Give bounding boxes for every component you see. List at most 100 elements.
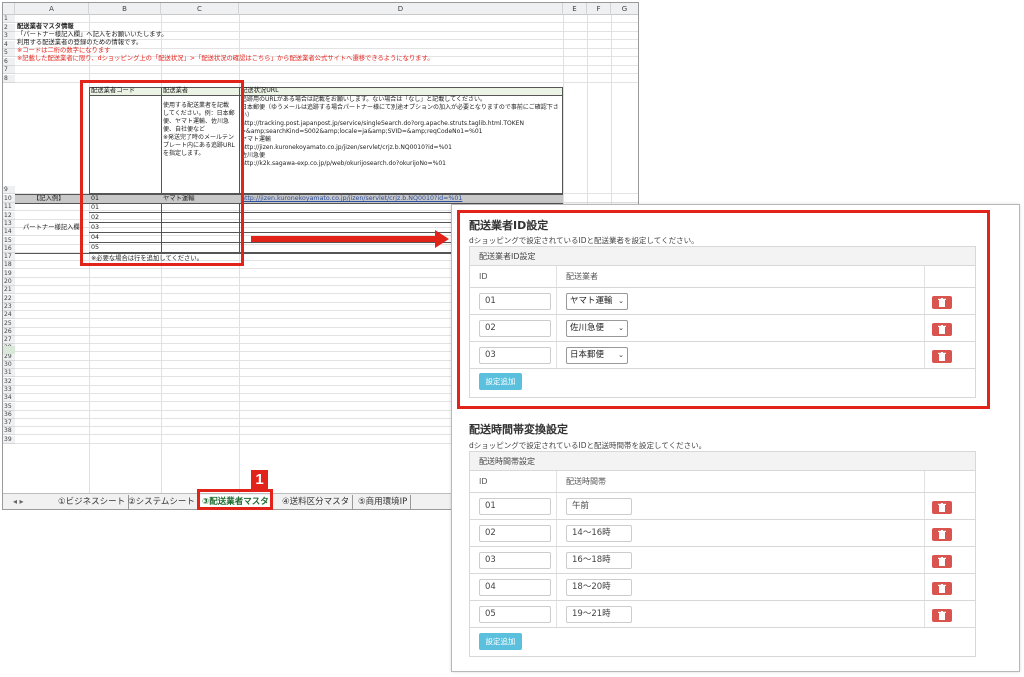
delivery-time-table-header: ID 配送時間帯 bbox=[470, 471, 975, 493]
row-header[interactable]: 8 bbox=[3, 74, 15, 83]
highlight-carrier-id-settings bbox=[457, 210, 990, 409]
grid-row bbox=[15, 66, 638, 74]
row-header[interactable]: 9 bbox=[3, 186, 15, 194]
row-header[interactable]: 31 bbox=[3, 369, 15, 378]
row-header[interactable]: 13 bbox=[3, 219, 15, 228]
trash-icon bbox=[932, 503, 952, 512]
row-header[interactable]: 14 bbox=[3, 228, 15, 237]
row-header[interactable]: 32 bbox=[3, 377, 15, 386]
id-input[interactable]: 01 bbox=[479, 498, 551, 515]
grid-row bbox=[15, 15, 638, 23]
col-time-header: 配送時間帯 bbox=[566, 477, 606, 486]
tab-system-sheet[interactable]: ②システムシート bbox=[125, 495, 199, 509]
setting-row: 05 19〜21時 bbox=[470, 601, 975, 628]
sheet-title: 配送業者マスタ情報 bbox=[17, 23, 74, 30]
row-header[interactable]: 33 bbox=[3, 385, 15, 394]
time-input[interactable]: 18〜20時 bbox=[566, 579, 632, 596]
row-header[interactable]: 11 bbox=[3, 203, 15, 212]
id-input[interactable]: 04 bbox=[479, 579, 551, 596]
row-header[interactable]: 22 bbox=[3, 294, 15, 303]
id-input[interactable]: 05 bbox=[479, 606, 551, 623]
column-header-c[interactable]: C bbox=[161, 3, 239, 15]
row-header[interactable]: 38 bbox=[3, 427, 15, 436]
column-header-a[interactable]: A bbox=[15, 3, 89, 15]
tab-business-sheet[interactable]: ①ビジネスシート bbox=[55, 495, 130, 509]
highlight-carrier-columns bbox=[80, 80, 244, 266]
row-header[interactable]: 16 bbox=[3, 244, 15, 253]
row-header[interactable]: 27 bbox=[3, 336, 15, 345]
time-input[interactable]: 19〜21時 bbox=[566, 606, 632, 623]
row-header[interactable]: 6 bbox=[3, 57, 15, 66]
row-header[interactable]: 30 bbox=[3, 361, 15, 369]
delete-button[interactable] bbox=[932, 555, 952, 568]
sheet-line-5: ※コードは二桁の数字になります bbox=[17, 47, 111, 54]
add-time-setting-button[interactable]: 設定追加 bbox=[479, 633, 522, 650]
time-input[interactable]: 午前 bbox=[566, 498, 632, 515]
tab-scroll-arrows[interactable]: ◂ ▸ bbox=[13, 495, 24, 509]
row-header[interactable]: 1 bbox=[3, 15, 15, 23]
row-header[interactable]: 21 bbox=[3, 286, 15, 295]
row-header[interactable]: 2 bbox=[3, 23, 15, 32]
sheet-line-4: 利用する配送業者の登録のための情報です。 bbox=[17, 39, 143, 46]
time-input[interactable]: 14〜16時 bbox=[566, 525, 632, 542]
row-header[interactable]: 39 bbox=[3, 435, 15, 444]
column-header-d[interactable]: D bbox=[239, 3, 563, 15]
row-header[interactable]: 15 bbox=[3, 236, 15, 245]
time-input[interactable]: 16〜18時 bbox=[566, 552, 632, 569]
arrow-head bbox=[435, 230, 449, 248]
delete-button[interactable] bbox=[932, 528, 952, 541]
url-note-line: い） bbox=[241, 112, 254, 119]
header-tracking-url: 配送状況URL bbox=[241, 87, 279, 94]
delivery-time-section-desc: dショッピングで設定されているIDと配送時間帯を設定してください。 bbox=[469, 441, 707, 450]
url-instructions: 追跡用のURLがある場合は記載をお願いします。ない場合は「なし」と記載してくださ… bbox=[241, 96, 559, 168]
column-header-f[interactable]: F bbox=[587, 3, 611, 15]
row-header[interactable]: 25 bbox=[3, 319, 15, 328]
url-note-line: 追跡用のURLがある場合は記載をお願いします。ない場合は「なし」と記載してくださ… bbox=[241, 96, 486, 103]
step-badge: 1 bbox=[251, 470, 268, 489]
tab-commercial-ip[interactable]: ⑤商用環境IP bbox=[355, 495, 412, 509]
row-header[interactable]: 20 bbox=[3, 278, 15, 286]
column-header-g[interactable]: G bbox=[611, 3, 638, 15]
row-header[interactable]: 7 bbox=[3, 66, 15, 74]
sheet-line-3: 「パートナー様記入欄」へ記入をお願いいたします。 bbox=[17, 31, 168, 38]
setting-row: 02 14〜16時 bbox=[470, 520, 975, 547]
setting-row: 03 16〜18時 bbox=[470, 547, 975, 574]
trash-icon bbox=[932, 557, 952, 566]
row-header[interactable]: 26 bbox=[3, 327, 15, 336]
row-header[interactable]: 4 bbox=[3, 40, 15, 49]
sheet-line-6: ※記載した配送業者に限り、dショッピング上の「配送状況」>「配送状況の確認はこち… bbox=[17, 55, 434, 62]
row-header[interactable]: 12 bbox=[3, 211, 15, 220]
row-header[interactable]: 37 bbox=[3, 419, 15, 428]
id-input[interactable]: 03 bbox=[479, 552, 551, 569]
column-header-e[interactable]: E bbox=[563, 3, 587, 15]
tab-shipping-class-master[interactable]: ④送料区分マスタ bbox=[279, 495, 354, 509]
delete-button[interactable] bbox=[932, 501, 952, 514]
row-header[interactable]: 35 bbox=[3, 402, 15, 411]
row-header[interactable]: 5 bbox=[3, 49, 15, 57]
arrow-shaft bbox=[251, 236, 437, 242]
row-header[interactable]: 18 bbox=[3, 261, 15, 270]
example-url[interactable]: http://jizen.kuronekoyamato.co.jp/jizen/… bbox=[241, 195, 462, 203]
row-header[interactable]: 19 bbox=[3, 269, 15, 278]
trash-icon bbox=[932, 611, 952, 620]
row-header[interactable]: 34 bbox=[3, 394, 15, 403]
delete-button[interactable] bbox=[932, 609, 952, 622]
row-header[interactable]: 17 bbox=[3, 253, 15, 262]
row-header[interactable]: 36 bbox=[3, 410, 15, 419]
column-header-b[interactable]: B bbox=[89, 3, 161, 15]
column-header-bar: A B C D E F G bbox=[3, 3, 638, 15]
setting-row: 04 18〜20時 bbox=[470, 574, 975, 601]
url-note-line: 日本郵便（ゆうメールは追跡する場合パートナー様にて別途オプションの加入が必要とな… bbox=[241, 104, 559, 111]
url-note-line: http://jizen.kuronekoyamato.co.jp/jizen/… bbox=[241, 144, 452, 151]
highlight-carrier-tab bbox=[197, 489, 273, 510]
url-note-line: 佐川急便 bbox=[241, 152, 266, 159]
select-all-corner[interactable] bbox=[3, 3, 15, 15]
setting-row: 01 午前 bbox=[470, 493, 975, 520]
delete-button[interactable] bbox=[932, 582, 952, 595]
row-header[interactable]: 3 bbox=[3, 32, 15, 40]
id-input[interactable]: 02 bbox=[479, 525, 551, 542]
row-header[interactable]: 24 bbox=[3, 311, 15, 320]
row-header[interactable]: 10 bbox=[3, 195, 15, 203]
row-header[interactable]: 23 bbox=[3, 302, 15, 311]
url-note-line: =&amp;searchKind=S002&amp;locale=ja&amp;… bbox=[241, 128, 483, 135]
